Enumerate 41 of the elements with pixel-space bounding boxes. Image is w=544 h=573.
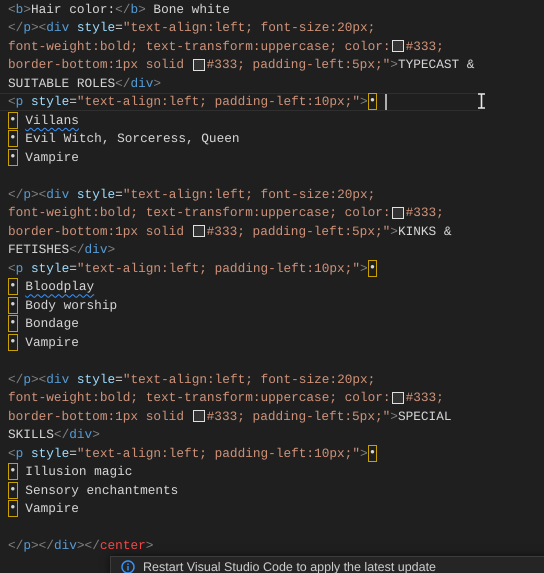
code-line[interactable]: • Vampire	[0, 333, 544, 352]
color-swatch-icon[interactable]	[192, 58, 205, 71]
color-swatch-icon[interactable]	[392, 40, 404, 52]
code-line[interactable]: </p></div></center>	[0, 536, 544, 555]
code-line[interactable]: • Illusion magic	[0, 462, 544, 481]
code-line[interactable]: • Sensory enchantments	[0, 481, 544, 500]
color-swatch-icon[interactable]	[392, 206, 404, 219]
info-icon	[121, 560, 135, 573]
code-line[interactable]: <p style="text-align:left; padding-left:10px;">•	[0, 444, 544, 462]
code-line[interactable]: </p><div style="text-align:left; font-size:20px;	[0, 185, 544, 204]
code-line[interactable]: SKILLS</div>	[0, 426, 544, 444]
code-text: font-weight:bold; text-transform:uppercase; color:	[8, 205, 391, 220]
code-line[interactable]: </p><div style="text-align:left; font-size:20px;	[0, 18, 544, 37]
code-text: #333; padding-left:5px;">KINKS &	[206, 224, 452, 239]
color-swatch-icon[interactable]	[192, 225, 205, 238]
code-line[interactable]: • Bondage	[0, 314, 544, 333]
code-line[interactable]: FETISHES</div>	[0, 240, 544, 259]
code-text: #333; padding-left:5px;">TYPECAST &	[206, 57, 474, 72]
code-text: #333; padding-left:5px;">SPECIAL	[206, 408, 452, 424]
color-swatch-icon[interactable]	[392, 392, 404, 404]
code-line[interactable]: • Body worship	[0, 296, 544, 314]
code-text: #333;	[406, 205, 444, 220]
code-line[interactable]: SUITABLE ROLES</div>	[0, 74, 544, 92]
code-text: #333;	[406, 390, 444, 406]
code-line[interactable]: <p style="text-align:left; padding-left:10px;">•	[0, 92, 480, 111]
code-text: border-bottom:1px solid	[8, 57, 185, 72]
code-line[interactable]: <b>Hair color:</b> Bone white	[0, 0, 544, 18]
code-text: border-bottom:1px solid	[8, 408, 185, 424]
code-line[interactable]: • Vampire	[0, 500, 544, 518]
code-line[interactable]: </p><div style="text-align:left; font-size:20px;	[0, 370, 544, 388]
code-text: border-bottom:1px solid	[8, 224, 185, 239]
code-text: font-weight:bold; text-transform:uppercase; color:	[8, 390, 391, 406]
code-line[interactable]: • Bloodplay	[0, 278, 544, 296]
code-line[interactable]: <p style="text-align:left; padding-left:10px;">•	[0, 259, 544, 278]
code-line[interactable]: • Villans	[0, 111, 544, 130]
code-line[interactable]: • Evil Witch, Sorceress, Queen	[0, 130, 544, 148]
color-swatch-icon[interactable]	[192, 410, 205, 422]
code-text: #333;	[406, 38, 444, 54]
code-line[interactable]: • Vampire	[0, 148, 544, 166]
text-cursor-icon	[477, 93, 486, 109]
code-text: font-weight:bold; text-transform:uppercase; color:	[8, 38, 391, 54]
